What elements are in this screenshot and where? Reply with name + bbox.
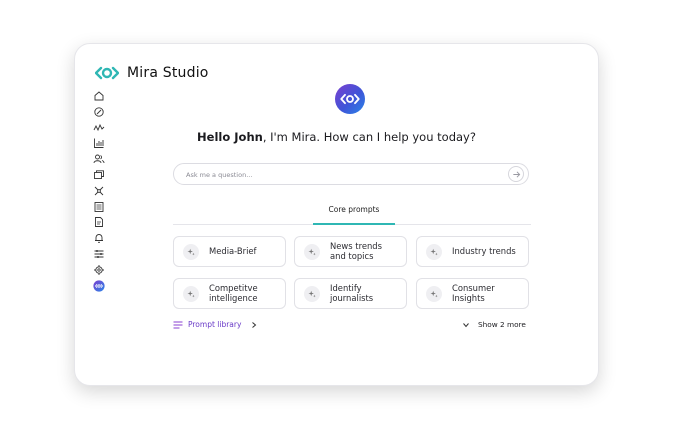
prompt-label: Competitve intelligence: [209, 283, 258, 303]
prompt-label-line: Media-Brief: [209, 245, 257, 256]
prompt-label: Identify journalists: [330, 283, 374, 303]
prompt-label-line: Insights: [452, 292, 485, 303]
chevron-right-icon: [252, 321, 257, 328]
sparkle-icon: [183, 285, 199, 302]
sparkle-icon: [304, 285, 320, 302]
chevron-down-icon: [463, 322, 469, 327]
prompt-library-link[interactable]: Prompt library: [173, 320, 258, 329]
ask-input[interactable]: [184, 167, 488, 183]
sparkle-icon: [183, 243, 199, 260]
prompt-library-label: Prompt library: [188, 320, 242, 329]
prompt-label: Consumer Insights: [452, 283, 495, 303]
prompt-card-consumer-insights[interactable]: Consumer Insights: [416, 278, 529, 309]
prompt-card-industry-trends[interactable]: Industry trends: [416, 236, 529, 267]
prompt-card-news-trends[interactable]: News trends and topics: [294, 236, 407, 267]
prompt-label: News trends and topics: [330, 241, 382, 261]
brand: Mira Studio: [95, 65, 209, 81]
mira-avatar-icon: [335, 84, 365, 114]
greeting-message: , I'm Mira. How can I help you today?: [262, 130, 476, 144]
people-icon[interactable]: [93, 153, 105, 165]
prompt-label-line: journalists: [330, 292, 374, 303]
prompt-tabs: Core prompts: [173, 202, 531, 225]
prompt-card-media-brief[interactable]: Media-Brief: [173, 236, 286, 267]
prompt-label-line: intelligence: [209, 292, 258, 303]
sparkle-icon: [304, 243, 320, 260]
mira-icon[interactable]: [93, 279, 105, 292]
mira-logo-icon: [95, 66, 119, 80]
documents-icon[interactable]: [93, 201, 105, 213]
network-icon[interactable]: [93, 185, 105, 197]
sidebar: [93, 90, 109, 292]
arrow-right-icon: [512, 170, 520, 178]
greeting-name: Hello John: [197, 130, 263, 144]
greeting: Hello John, I'm Mira. How can I help you…: [75, 130, 598, 144]
media-icon[interactable]: [93, 169, 105, 181]
send-button[interactable]: [508, 166, 524, 182]
sparkle-icon: [426, 243, 442, 260]
prompt-label-line: and topics: [330, 250, 374, 261]
explore-icon[interactable]: [93, 106, 105, 118]
settings-gear-icon[interactable]: [93, 264, 105, 276]
show-more-label: Show 2 more: [478, 320, 526, 329]
app-window: Mira Studio Hello John, I'm Mira. How ca…: [74, 43, 599, 386]
sparkle-icon: [426, 285, 442, 302]
list-icon: [173, 320, 183, 329]
brief-icon[interactable]: [93, 216, 105, 228]
prompt-label: Industry trends: [452, 245, 516, 257]
settings-sliders-icon[interactable]: [93, 248, 105, 260]
app-title: Mira Studio: [127, 65, 209, 81]
show-more-button[interactable]: Show 2 more: [462, 320, 526, 329]
tab-core-prompts[interactable]: Core prompts: [313, 205, 395, 214]
prompt-label-line: Industry trends: [452, 245, 516, 256]
prompt-card-competitive-intelligence[interactable]: Competitve intelligence: [173, 278, 286, 309]
prompt-label: Media-Brief: [209, 245, 257, 257]
notifications-icon[interactable]: [93, 232, 105, 244]
ask-box: [173, 163, 529, 185]
prompt-card-identify-journalists[interactable]: Identify journalists: [294, 278, 407, 309]
tab-active-indicator: [313, 223, 395, 225]
home-icon[interactable]: [93, 90, 105, 102]
